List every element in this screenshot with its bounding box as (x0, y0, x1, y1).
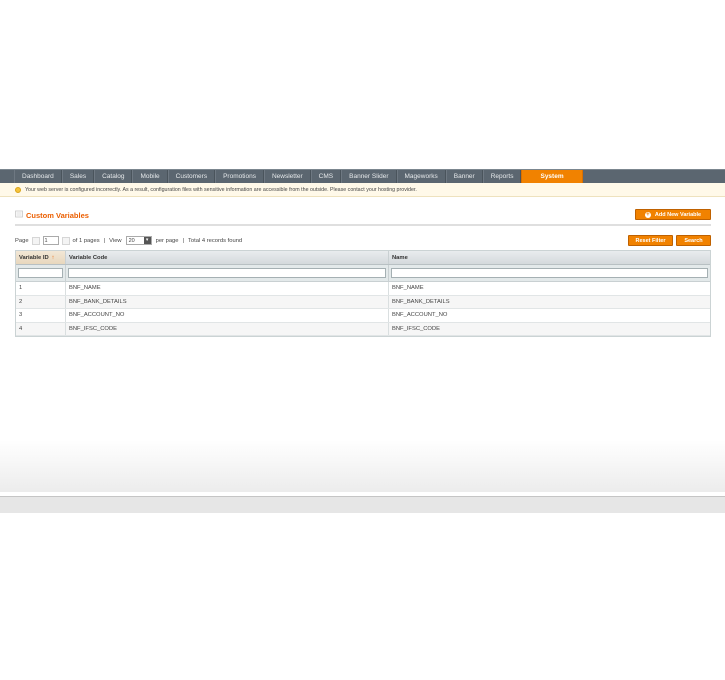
config-warning-notice: Your web server is configured incorrectl… (0, 183, 725, 197)
add-new-variable-button[interactable]: + Add New Variable (635, 209, 711, 220)
filter-cell (66, 265, 389, 281)
variables-icon (15, 210, 23, 218)
nav-reports[interactable]: Reports (482, 170, 522, 183)
variables-grid: Variable ID ↑ Variable Code Name 1 BNF_N… (15, 250, 711, 337)
filter-variable-code-input[interactable] (68, 268, 386, 278)
page-header: Custom Variables (15, 207, 711, 226)
cell-variable-code: BNF_ACCOUNT_NO (66, 309, 389, 322)
nav-catalog[interactable]: Catalog (94, 170, 133, 183)
nav-sales[interactable]: Sales (61, 170, 95, 183)
nav-customers[interactable]: Customers (167, 170, 216, 183)
grid-header-row: Variable ID ↑ Variable Code Name (16, 251, 710, 265)
grid-pager: Page 1 of 1 pages | View 20 ▾ per page |… (15, 235, 242, 246)
add-new-variable-label: Add New Variable (654, 211, 702, 218)
sort-arrow-icon: ↑ (51, 254, 55, 261)
search-button[interactable]: Search (676, 235, 711, 246)
cell-variable-id: 3 (16, 309, 66, 322)
pager-separator: | (103, 237, 106, 244)
column-header-name[interactable]: Name (389, 251, 710, 264)
column-header-variable-code[interactable]: Variable Code (66, 251, 389, 264)
reset-filter-button[interactable]: Reset Filter (628, 235, 673, 246)
filter-cell (389, 265, 710, 281)
page-number-input[interactable]: 1 (42, 236, 59, 245)
per-page-label: per page (155, 237, 179, 244)
of-pages-text: of 1 pages (72, 237, 100, 244)
grid-filter-row (16, 265, 710, 282)
cell-variable-id: 1 (16, 282, 66, 295)
nav-banner-slider[interactable]: Banner Slider (341, 170, 397, 183)
next-page-arrow-icon[interactable] (61, 236, 70, 245)
page-label: Page (15, 237, 29, 244)
column-header-label: Name (392, 254, 408, 261)
per-page-select[interactable]: 20 ▾ (125, 236, 152, 245)
column-header-variable-id[interactable]: Variable ID ↑ (16, 251, 66, 264)
view-label: View (109, 237, 122, 244)
nav-cms[interactable]: CMS (310, 170, 342, 183)
table-row[interactable]: 1 BNF_NAME BNF_NAME (16, 282, 710, 296)
nav-mobile[interactable]: Mobile (132, 170, 168, 183)
footer-bar (0, 496, 725, 513)
cell-variable-id: 4 (16, 322, 66, 335)
cell-variable-id: 2 (16, 295, 66, 308)
filter-name-input[interactable] (391, 268, 708, 278)
nav-system[interactable]: System (521, 170, 583, 183)
nav-newsletter[interactable]: Newsletter (263, 170, 311, 183)
footer-gradient (0, 440, 725, 492)
nav-banner[interactable]: Banner (445, 170, 483, 183)
pager-separator: | (182, 237, 185, 244)
lightbulb-icon (15, 186, 21, 193)
chevron-down-icon: ▾ (143, 237, 151, 244)
cell-name: BNF_IFSC_CODE (392, 325, 440, 332)
filter-cell (16, 265, 66, 281)
nav-mageworks[interactable]: Mageworks (396, 170, 446, 183)
cell-variable-code: BNF_BANK_DETAILS (66, 295, 389, 308)
total-records-text: Total 4 records found (188, 237, 243, 244)
filter-variable-id-input[interactable] (18, 268, 63, 278)
cell-name: BNF_NAME (392, 285, 424, 292)
notice-text: Your web server is configured incorrectl… (25, 186, 417, 193)
nav-dashboard[interactable]: Dashboard (14, 170, 62, 183)
main-navigation: Dashboard Sales Catalog Mobile Customers… (0, 169, 725, 183)
cell-name: BNF_ACCOUNT_NO (392, 312, 448, 319)
cell-name: BNF_BANK_DETAILS (392, 298, 450, 305)
page-title: Custom Variables (26, 211, 89, 220)
cell-variable-code: BNF_IFSC_CODE (66, 322, 389, 335)
previous-page-arrow-icon[interactable] (31, 236, 40, 245)
plus-circle-icon: + (644, 211, 651, 218)
per-page-value: 20 (128, 237, 135, 244)
nav-promotions[interactable]: Promotions (215, 170, 264, 183)
table-row[interactable]: 3 BNF_ACCOUNT_NO BNF_ACCOUNT_NO (16, 309, 710, 323)
table-row[interactable]: 2 BNF_BANK_DETAILS BNF_BANK_DETAILS (16, 295, 710, 309)
table-row[interactable]: 4 BNF_IFSC_CODE BNF_IFSC_CODE (16, 322, 710, 336)
column-header-label: Variable ID (19, 254, 49, 261)
cell-variable-code: BNF_NAME (66, 282, 389, 295)
column-header-label: Variable Code (69, 254, 108, 261)
